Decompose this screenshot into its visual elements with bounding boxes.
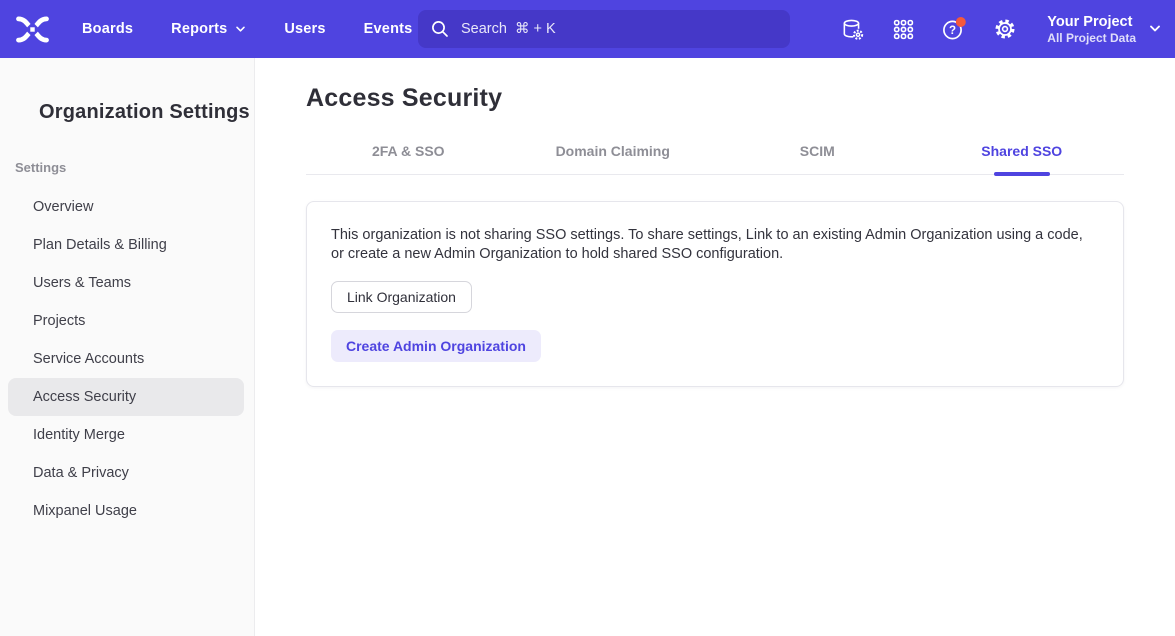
chevron-down-icon bbox=[1149, 25, 1161, 33]
main-content: Access Security 2FA & SSO Domain Claimin… bbox=[255, 58, 1175, 636]
help-glyph: ? bbox=[949, 25, 956, 37]
sidebar-title: Organization Settings bbox=[39, 101, 254, 124]
nav-boards[interactable]: Boards bbox=[82, 21, 133, 37]
notification-dot bbox=[956, 17, 966, 27]
sidebar-item-identity-merge[interactable]: Identity Merge bbox=[8, 416, 244, 454]
tab-shared-sso[interactable]: Shared SSO bbox=[920, 143, 1125, 174]
page-title: Access Security bbox=[306, 84, 1124, 113]
gear-icon bbox=[993, 17, 1017, 41]
settings-sidebar: Organization Settings Settings Overview … bbox=[0, 58, 255, 636]
sidebar-nav: Overview Plan Details & Billing Users & … bbox=[8, 188, 244, 530]
tab-scim[interactable]: SCIM bbox=[715, 143, 920, 174]
settings-button[interactable] bbox=[992, 16, 1018, 42]
project-switcher[interactable]: Your Project All Project Data bbox=[1047, 13, 1161, 46]
shared-sso-card: This organization is not sharing SSO set… bbox=[306, 201, 1124, 387]
link-organization-button[interactable]: Link Organization bbox=[331, 281, 472, 313]
help-button[interactable]: ? bbox=[941, 16, 967, 42]
project-name: Your Project bbox=[1047, 13, 1136, 31]
sidebar-item-overview[interactable]: Overview bbox=[8, 188, 244, 226]
chevron-down-icon bbox=[235, 26, 246, 33]
nav-events[interactable]: Events bbox=[364, 21, 413, 37]
tab-bar: 2FA & SSO Domain Claiming SCIM Shared SS… bbox=[306, 143, 1124, 175]
sidebar-item-access-security[interactable]: Access Security bbox=[8, 378, 244, 416]
mixpanel-logo-icon bbox=[16, 16, 49, 43]
create-admin-organization-button[interactable]: Create Admin Organization bbox=[331, 330, 541, 362]
shared-sso-description: This organization is not sharing SSO set… bbox=[331, 226, 1093, 264]
nav-reports-label: Reports bbox=[171, 21, 227, 37]
nav-events-label: Events bbox=[364, 21, 413, 37]
tab-domain-claiming[interactable]: Domain Claiming bbox=[511, 143, 716, 174]
sidebar-item-service-accounts[interactable]: Service Accounts bbox=[8, 340, 244, 378]
sidebar-item-data-privacy[interactable]: Data & Privacy bbox=[8, 454, 244, 492]
sidebar-item-mixpanel-usage[interactable]: Mixpanel Usage bbox=[8, 492, 244, 530]
nav-reports[interactable]: Reports bbox=[171, 21, 246, 37]
sidebar-item-users-teams[interactable]: Users & Teams bbox=[8, 264, 244, 302]
sidebar-item-projects[interactable]: Projects bbox=[8, 302, 244, 340]
apps-grid-icon bbox=[892, 18, 915, 41]
sidebar-section-label: Settings bbox=[15, 160, 254, 175]
mixpanel-logo[interactable] bbox=[16, 16, 49, 43]
search-input[interactable] bbox=[459, 20, 777, 38]
project-scope: All Project Data bbox=[1047, 31, 1136, 46]
top-bar: Boards Reports Users Events bbox=[0, 0, 1175, 58]
nav-boards-label: Boards bbox=[82, 21, 133, 37]
card-actions: Link Organization Create Admin Organizat… bbox=[331, 281, 1099, 362]
tab-2fa-sso[interactable]: 2FA & SSO bbox=[306, 143, 511, 174]
nav-users-label: Users bbox=[284, 21, 325, 37]
data-management-icon bbox=[841, 18, 864, 41]
search-icon bbox=[431, 20, 449, 38]
top-navigation: Boards Reports Users Events bbox=[82, 21, 412, 37]
topbar-right-group: ? Your Project All Project Data bbox=[839, 0, 1161, 58]
nav-users[interactable]: Users bbox=[284, 21, 325, 37]
search-bar[interactable] bbox=[418, 10, 790, 48]
data-management-button[interactable] bbox=[839, 16, 865, 42]
sidebar-item-plan-details-billing[interactable]: Plan Details & Billing bbox=[8, 226, 244, 264]
apps-grid-button[interactable] bbox=[890, 16, 916, 42]
project-switcher-text: Your Project All Project Data bbox=[1047, 13, 1136, 46]
help-icon: ? bbox=[941, 16, 967, 42]
